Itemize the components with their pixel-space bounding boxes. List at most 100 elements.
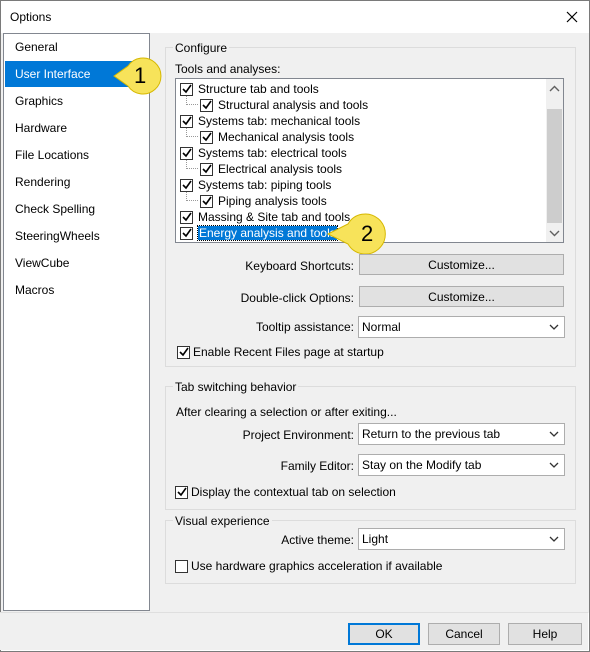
tooltip-assistance-select[interactable]: Normal [358, 316, 565, 338]
checkbox-checked[interactable] [177, 345, 190, 359]
close-button[interactable] [555, 3, 589, 31]
title-bar: Options [1, 1, 589, 33]
tool-item[interactable]: Structure tab and tools [180, 81, 319, 97]
tool-item-label: Systems tab: piping tools [198, 178, 332, 192]
tree-connector [186, 192, 198, 201]
check-icon [178, 347, 189, 357]
checkbox-checked[interactable] [180, 82, 193, 96]
checkbox-checked[interactable] [200, 162, 213, 176]
family-editor-label: Family Editor: [280, 459, 354, 473]
tool-item[interactable]: Systems tab: piping tools [180, 177, 331, 193]
check-icon [181, 228, 192, 238]
family-editor-select[interactable]: Stay on the Modify tab [358, 454, 565, 476]
tool-item-label: Energy analysis and tools [197, 225, 338, 241]
nav-item-steeringwheels[interactable]: SteeringWheels [5, 223, 149, 249]
nav-item-rendering[interactable]: Rendering [5, 169, 149, 195]
scroll-down-icon[interactable] [549, 228, 560, 238]
ok-button[interactable]: OK [348, 623, 420, 645]
tools-label: Tools and analyses: [175, 62, 281, 76]
chevron-down-icon [549, 431, 559, 437]
active-theme-value: Light [362, 532, 389, 546]
tool-item-label: Piping analysis tools [218, 194, 327, 208]
keyboard-customize-button[interactable]: Customize... [359, 254, 564, 275]
chevron-down-icon [549, 462, 559, 468]
checkbox-checked[interactable] [200, 130, 213, 144]
active-theme-select[interactable]: Light [358, 528, 565, 550]
check-icon [181, 212, 192, 222]
checkbox-checked[interactable] [180, 226, 193, 240]
tool-item-label: Structure tab and tools [198, 82, 319, 96]
nav-item-check-spelling[interactable]: Check Spelling [5, 196, 149, 222]
tool-item-label: Systems tab: electrical tools [198, 146, 347, 160]
double-click-options-label: Double-click Options: [240, 291, 354, 305]
checkbox-checked[interactable] [180, 178, 193, 192]
checkbox-checked[interactable] [175, 485, 188, 499]
tool-item[interactable]: Electrical analysis tools [200, 161, 342, 177]
tree-connector [186, 128, 198, 137]
checkbox-unchecked[interactable] [175, 559, 188, 573]
callout-1-number: 1 [134, 63, 147, 88]
tool-item[interactable]: Structural analysis and tools [200, 97, 368, 113]
check-icon [201, 196, 212, 206]
tool-item-selected[interactable]: Energy analysis and tools [180, 225, 338, 241]
checkbox-checked[interactable] [180, 146, 193, 160]
nav-item-hardware[interactable]: Hardware [5, 115, 149, 141]
check-icon [181, 116, 192, 126]
visual-experience-title: Visual experience [173, 514, 272, 528]
nav-item-viewcube[interactable]: ViewCube [5, 250, 149, 276]
tab-switching-subtitle: After clearing a selection or after exit… [176, 405, 397, 419]
checkbox-checked[interactable] [180, 114, 193, 128]
checkbox-checked[interactable] [180, 210, 193, 224]
recent-files-label: Enable Recent Files page at startup [193, 345, 384, 359]
contextual-tab-label: Display the contextual tab on selection [191, 485, 396, 499]
category-list[interactable]: General User Interface Graphics Hardware… [3, 33, 150, 611]
tool-item-label: Structural analysis and tools [218, 98, 369, 112]
hw-acceleration-label: Use hardware graphics acceleration if av… [191, 559, 443, 573]
contextual-tab-checkbox[interactable]: Display the contextual tab on selection [175, 485, 396, 499]
tree-connector [186, 96, 198, 105]
active-theme-label: Active theme: [281, 533, 354, 547]
tool-item[interactable]: Systems tab: mechanical tools [180, 113, 360, 129]
check-icon [181, 180, 192, 190]
tool-item-label: Mechanical analysis tools [218, 130, 355, 144]
tooltip-assistance-label: Tooltip assistance: [255, 320, 354, 334]
close-icon [566, 11, 578, 23]
help-button[interactable]: Help [508, 623, 582, 645]
callout-2-number: 2 [361, 221, 374, 246]
tool-item[interactable]: Piping analysis tools [200, 193, 327, 209]
tool-item[interactable]: Mechanical analysis tools [200, 129, 354, 145]
tree-connector [186, 160, 198, 169]
checkbox-checked[interactable] [200, 98, 213, 112]
check-icon [201, 164, 212, 174]
tool-item[interactable]: Massing & Site tab and tools [180, 209, 350, 225]
chevron-down-icon [549, 536, 559, 542]
chevron-down-icon [549, 324, 559, 330]
hw-acceleration-checkbox[interactable]: Use hardware graphics acceleration if av… [175, 559, 442, 573]
check-icon [176, 487, 187, 497]
keyboard-shortcuts-label: Keyboard Shortcuts: [245, 259, 354, 273]
nav-item-file-locations[interactable]: File Locations [5, 142, 149, 168]
check-icon [201, 100, 212, 110]
family-editor-value: Stay on the Modify tab [362, 458, 482, 472]
nav-item-macros[interactable]: Macros [5, 277, 149, 303]
tooltip-assistance-value: Normal [362, 320, 401, 334]
check-icon [201, 132, 212, 142]
tool-item-label: Systems tab: mechanical tools [198, 114, 361, 128]
check-icon [181, 148, 192, 158]
scrollbar-thumb[interactable] [547, 109, 562, 223]
cancel-button[interactable]: Cancel [428, 623, 500, 645]
tool-item[interactable]: Systems tab: electrical tools [180, 145, 347, 161]
project-environment-select[interactable]: Return to the previous tab [358, 423, 565, 445]
tab-switching-title: Tab switching behavior [173, 380, 299, 394]
tool-item-label: Electrical analysis tools [218, 162, 343, 176]
configure-group-title: Configure [173, 41, 230, 55]
double-click-customize-button[interactable]: Customize... [359, 286, 564, 307]
project-environment-value: Return to the previous tab [362, 427, 501, 441]
recent-files-checkbox[interactable]: Enable Recent Files page at startup [177, 345, 384, 359]
checkbox-checked[interactable] [200, 194, 213, 208]
window-title: Options [10, 10, 52, 24]
project-environment-label: Project Environment: [242, 428, 354, 442]
callout-2 [326, 213, 386, 255]
check-icon [181, 84, 192, 94]
scroll-up-icon[interactable] [549, 84, 560, 94]
